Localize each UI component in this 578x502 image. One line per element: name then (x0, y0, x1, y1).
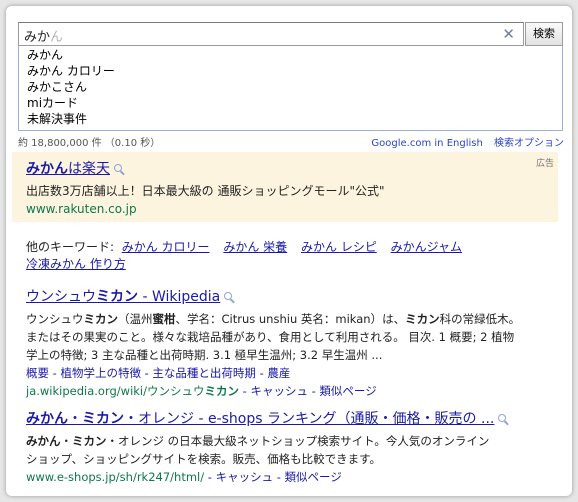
english-link[interactable]: Google.com in English (371, 138, 482, 149)
suggestion-item[interactable]: 未解決事件 (19, 111, 562, 127)
suggestion-item[interactable]: みかん (19, 47, 562, 63)
magnifier-icon[interactable] (114, 164, 122, 172)
cache-links[interactable]: - キャッシュ - 類似ページ (204, 470, 342, 484)
related-keywords: 他のキーワード: みかん カロリー みかん 栄養 みかん レシピ みかんジャム … (26, 239, 556, 273)
title-part: ・オレンジ - e-shops ランキング（通販・価格・販売の ... (124, 411, 495, 427)
magnifier-icon[interactable] (224, 292, 233, 300)
snippet-bold: みかん (26, 434, 61, 448)
snippet-line: またはその果実のこと。様々な栽培品種があり、食用として利用される。 目次. 1 … (26, 330, 515, 344)
result-url: www.e-shops.jp/sh/rk247/html/ - キャッシュ - … (26, 468, 562, 486)
ad-url[interactable]: www.rakuten.co.jp (26, 202, 137, 216)
suggestion-item[interactable]: みかこさん (19, 79, 562, 95)
title-part: - Wikipedia (138, 289, 221, 305)
clear-icon[interactable]: ✕ (502, 25, 515, 43)
snippet-line: ウンシュウミカン（温州蜜柑、学名：Citrus unshiu 英名：mikan）… (26, 310, 562, 328)
title-part: ウンシュウ (26, 289, 96, 305)
title-bold: ミカン (96, 289, 138, 305)
ad-title-link[interactable]: みかんは楽天 (26, 158, 122, 178)
snippet-text: 科の常緑低木。 (439, 312, 521, 326)
magnifier-icon[interactable] (498, 414, 507, 422)
sublinks-text[interactable]: 概要 - 植物学上の特徴 - 主な品種と出荷時期 - 農産 (26, 366, 290, 380)
snippet-bold: 蜜柑 (152, 312, 176, 326)
search-result: みかん・ミカン・オレンジ - e-shops ランキング（通販・価格・販売の .… (26, 408, 562, 486)
title-part: ・ (68, 411, 82, 427)
result-snippet: ウンシュウミカン（温州蜜柑、学名：Citrus unshiu 英名：mikan）… (26, 310, 562, 364)
search-options-link[interactable]: 検索オプション (494, 138, 564, 149)
browser-page: みかん ✕ 検索 みかん みかん カロリー みかこさん miカード 未解決事件 … (6, 6, 572, 496)
snippet-line: 学上の特徴; 3 主な品種と出荷時期. 3.1 極早生温州; 3.2 早生温州 … (26, 348, 383, 362)
related-link[interactable]: 冷凍みかん 作り方 (26, 257, 126, 271)
related-link[interactable]: みかん カロリー (122, 240, 210, 254)
snippet-text: ・オレンジ の日本最大級ネットショップ検索サイト。今人気のオンライン (106, 434, 490, 448)
url-text: www.e-shops.jp/sh/rk247/html/ (26, 470, 205, 484)
suggestion-item[interactable]: miカード (19, 95, 562, 111)
related-link[interactable]: みかん レシピ (301, 240, 377, 254)
result-url: ja.wikipedia.org/wiki/ウンシュウミカン - キャッシュ -… (26, 382, 562, 400)
search-result: ウンシュウミカン - Wikipedia ウンシュウミカン（温州蜜柑、学名：Ci… (26, 286, 562, 400)
result-sublinks[interactable]: 概要 - 植物学上の特徴 - 主な品種と出荷時期 - 農産 (26, 364, 562, 382)
snippet-line: ショップ、ショッピングサイトを検索。販売、価格も比較できます。 (26, 452, 382, 466)
snippet-text: 、学名：Citrus unshiu 英名：mikan）は、 (175, 312, 406, 326)
related-link[interactable]: みかんジャム (391, 240, 462, 254)
suggestion-item[interactable]: みかん カロリー (19, 63, 562, 79)
search-button[interactable]: 検索 (525, 22, 563, 46)
url-bold: ミカン (204, 384, 240, 398)
snippet-text: （温州 (118, 312, 153, 326)
search-query: みかん (24, 26, 63, 45)
ad-title-bold: みかん (26, 161, 68, 177)
result-stats: 約 18,800,000 件 （0.10 秒） (18, 138, 161, 149)
cache-links[interactable]: - キャッシュ - 類似ページ (239, 384, 377, 398)
query-committed: みか (24, 30, 51, 45)
top-links: Google.com in English 検索オプション (363, 134, 564, 149)
snippet-bold: ミカン (72, 434, 107, 448)
related-label: 他のキーワード: (26, 240, 115, 254)
search-input[interactable]: みかん ✕ (18, 22, 524, 46)
ad-description: 出店数3万店舗以上！日本最大級の 通販ショッピングモール"公式" (26, 184, 385, 198)
result-title-link[interactable]: ウンシュウミカン - Wikipedia (26, 286, 562, 306)
ad-label: 広告 (535, 159, 554, 169)
related-link[interactable]: みかん 栄養 (223, 240, 287, 254)
snippet-text: ・ (60, 434, 73, 448)
snippet-text: ウンシュウ (26, 312, 84, 326)
sponsored-ad: 広告 みかんは楽天 出店数3万店舗以上！日本最大級の 通販ショッピングモール"公… (12, 152, 558, 222)
result-snippet: みかん・ミカン・オレンジ の日本最大級ネットショップ検索サイト。今人気のオンライ… (26, 432, 562, 468)
snippet-line: みかん・ミカン・オレンジ の日本最大級ネットショップ検索サイト。今人気のオンライ… (26, 432, 562, 450)
url-text: ja.wikipedia.org/wiki/ウンシュウ (26, 384, 205, 398)
title-bold: みかん (26, 411, 68, 427)
query-pending: ん (50, 30, 64, 45)
result-title-link[interactable]: みかん・ミカン・オレンジ - e-shops ランキング（通販・価格・販売の .… (26, 408, 562, 428)
snippet-bold: ミカン (405, 312, 440, 326)
title-bold: ミカン (82, 411, 124, 427)
snippet-bold: ミカン (83, 312, 119, 326)
ad-title-rest: は楽天 (68, 161, 110, 177)
suggestion-dropdown: みかん みかん カロリー みかこさん miカード 未解決事件 (18, 46, 563, 131)
